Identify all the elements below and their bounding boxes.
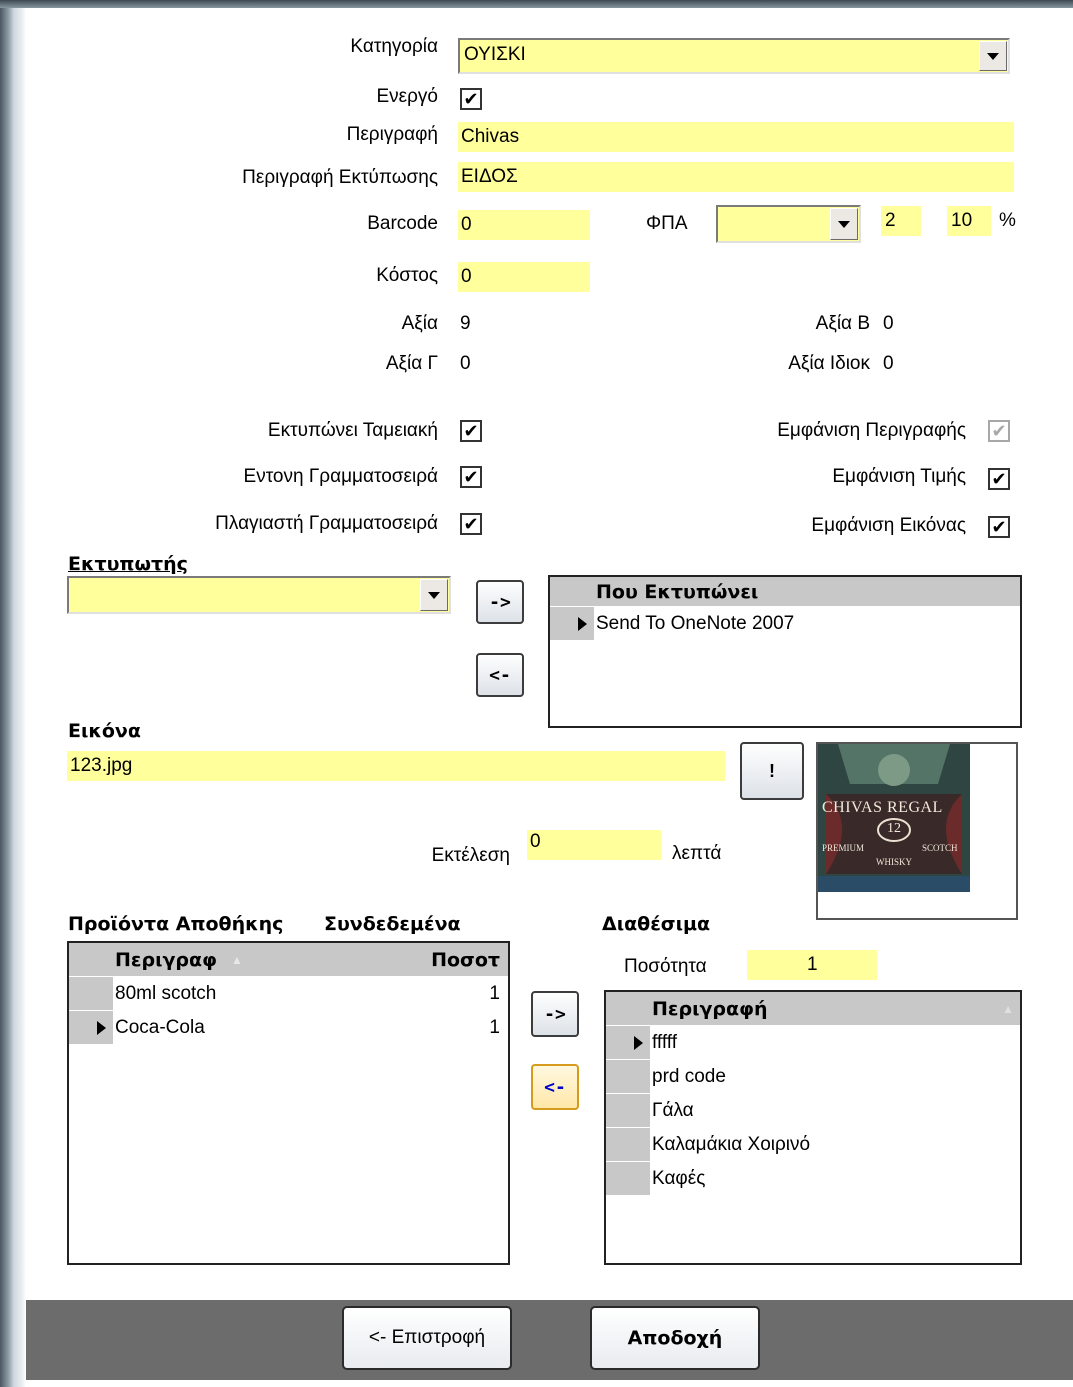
show-image-label: Εμφάνιση Εικόνας [811,515,966,536]
bold-font-label: Εντονη Γραμματοσειρά [243,466,438,487]
photo-line3-text: WHISKY [876,857,912,867]
available-heading: Διαθέσιμα [602,913,711,935]
printer-select[interactable] [67,576,451,614]
photo-age-text: 12 [887,821,901,836]
sort-triangle-icon: ▲ [1002,1002,1014,1016]
list-item[interactable]: Καλαμάκια Χοιρινό [606,1128,1020,1162]
product-form: Κατηγορία ΟΥΙΣΚΙ Ενεργό ✔ Περιγραφή Chiv… [26,8,1073,1308]
price-b-label: Αξία Β [815,313,870,334]
description-label: Περιγραφή [346,124,438,145]
image-file-input[interactable]: 123.jpg [67,751,725,781]
photo-line2-text: SCOTCH [922,843,958,853]
table-row[interactable]: 80ml scotch 1 [69,977,508,1011]
sort-triangle-icon: ▲ [231,953,243,967]
vat-label: ΦΠΑ [646,213,688,234]
cost-label: Κόστος [376,265,438,286]
printer-remove-button[interactable]: <- [476,653,524,697]
accept-button[interactable]: Αποδοχή [590,1306,760,1370]
sort-triangle-icon: ▲ [1002,585,1014,599]
image-browse-button[interactable]: ! [740,742,804,800]
printer-grid-header: Που Εκτυπώνει ▲ [550,577,1020,607]
italic-font-checkbox[interactable]: ✔ [460,513,482,535]
price-b-value: 0 [883,313,894,334]
printer-heading: Εκτυπωτής [68,553,188,575]
percent-sign: % [999,210,1016,231]
printer-grid-column-header[interactable]: Που Εκτυπώνει [596,577,758,607]
printer-dropdown-button[interactable] [420,579,448,611]
linked-row-qty: 1 [489,983,500,1004]
category-value: ΟΥΙΣΚΙ [464,44,526,65]
barcode-input[interactable]: 0 [458,210,590,240]
price-special-label: Αξία Ιδιοκ [788,353,870,374]
chevron-down-icon [987,52,999,60]
print-description-label: Περιγραφή Εκτύπωσης [242,167,438,188]
price-a-value: 9 [460,313,471,334]
minutes-label: λεπτά [672,843,722,864]
bold-font-checkbox[interactable]: ✔ [460,466,482,488]
barcode-label: Barcode [367,213,438,234]
linked-heading: Συνδεδεμένα [324,913,461,935]
linked-row-name: 80ml scotch [115,983,217,1004]
print-description-input[interactable]: ΕΙΔΟΣ [458,162,1014,192]
available-grid-header: Περιγραφή ▲ [606,992,1020,1026]
table-row[interactable]: Coca-Cola 1 [69,1011,508,1045]
product-image: CHIVAS REGAL 12 PREMIUM SCOTCH WHISKY [816,742,1018,920]
unlink-product-button[interactable]: <- [531,1064,579,1110]
active-checkbox[interactable]: ✔ [460,88,482,110]
linked-row-name: Coca-Cola [115,1017,205,1038]
print-receipt-label: Εκτυπώνει Ταμειακή [267,420,438,441]
vat-select[interactable] [716,205,861,243]
vat-code-field[interactable]: 2 [881,206,921,236]
window-top-edge [0,0,1073,8]
execute-label: Εκτέλεση [431,845,510,866]
warehouse-heading: Προϊόντα Αποθήκης [68,913,284,935]
quantity-input[interactable]: 1 [747,950,877,980]
footer-bar [26,1300,1073,1380]
category-select[interactable]: ΟΥΙΣΚΙ [458,38,1010,74]
chevron-down-icon [838,220,850,228]
active-label: Ενεργό [376,86,438,107]
chevron-down-icon [428,591,440,599]
list-item[interactable]: Καφές [606,1162,1020,1196]
category-label: Κατηγορία [350,36,438,57]
show-description-label: Εμφάνιση Περιγραφής [777,420,966,441]
image-heading: Εικόνα [68,720,141,742]
price-c-label: Αξία Γ [385,353,438,374]
italic-font-label: Πλαγιαστή Γραμματοσειρά [215,513,438,534]
linked-row-qty: 1 [489,1017,500,1038]
photo-line1-text: PREMIUM [822,843,865,853]
show-image-checkbox[interactable]: ✔ [988,516,1010,538]
available-products-grid[interactable]: Περιγραφή ▲ fffff prd code Γάλα Καλαμάκι… [604,990,1022,1265]
list-item[interactable]: Γάλα [606,1094,1020,1128]
show-description-checkbox[interactable]: ✔ [988,420,1010,442]
show-price-label: Εμφάνιση Τιμής [832,466,966,487]
print-receipt-checkbox[interactable]: ✔ [460,420,482,442]
price-special-value: 0 [883,353,894,374]
vat-percent-field[interactable]: 10 [947,206,991,236]
printer-add-button[interactable]: -> [476,580,524,624]
show-price-checkbox[interactable]: ✔ [988,468,1010,490]
price-a-label: Αξία [401,313,438,334]
linked-products-grid[interactable]: Περιγραφ ▲ Ποσοτ 80ml scotch 1 Coca-Cola… [67,941,510,1265]
printer-grid[interactable]: Που Εκτυπώνει ▲ Send To OneNote 2007 [548,575,1022,728]
list-item[interactable]: prd code [606,1060,1020,1094]
linked-grid-column-description[interactable]: Περιγραφ [115,943,217,977]
linked-grid-header: Περιγραφ ▲ Ποσοτ [69,943,508,977]
available-grid-column-description[interactable]: Περιγραφή [652,992,767,1026]
quantity-label: Ποσότητα [624,956,707,977]
list-item[interactable]: fffff [606,1026,1020,1060]
price-c-value: 0 [460,353,471,374]
description-input[interactable]: Chivas [458,122,1014,152]
category-dropdown-button[interactable] [979,41,1007,71]
printer-grid-row[interactable]: Send To OneNote 2007 [550,607,1020,641]
link-product-button[interactable]: -> [531,991,579,1037]
back-button[interactable]: <- Επιστροφή [342,1306,512,1370]
vat-dropdown-button[interactable] [830,208,858,240]
execute-input[interactable]: 0 [527,830,661,860]
cost-input[interactable]: 0 [458,262,590,292]
product-photo: CHIVAS REGAL 12 PREMIUM SCOTCH WHISKY [818,744,970,892]
linked-grid-column-quantity[interactable]: Ποσοτ [431,943,500,977]
photo-brand-text: CHIVAS REGAL [822,799,943,816]
